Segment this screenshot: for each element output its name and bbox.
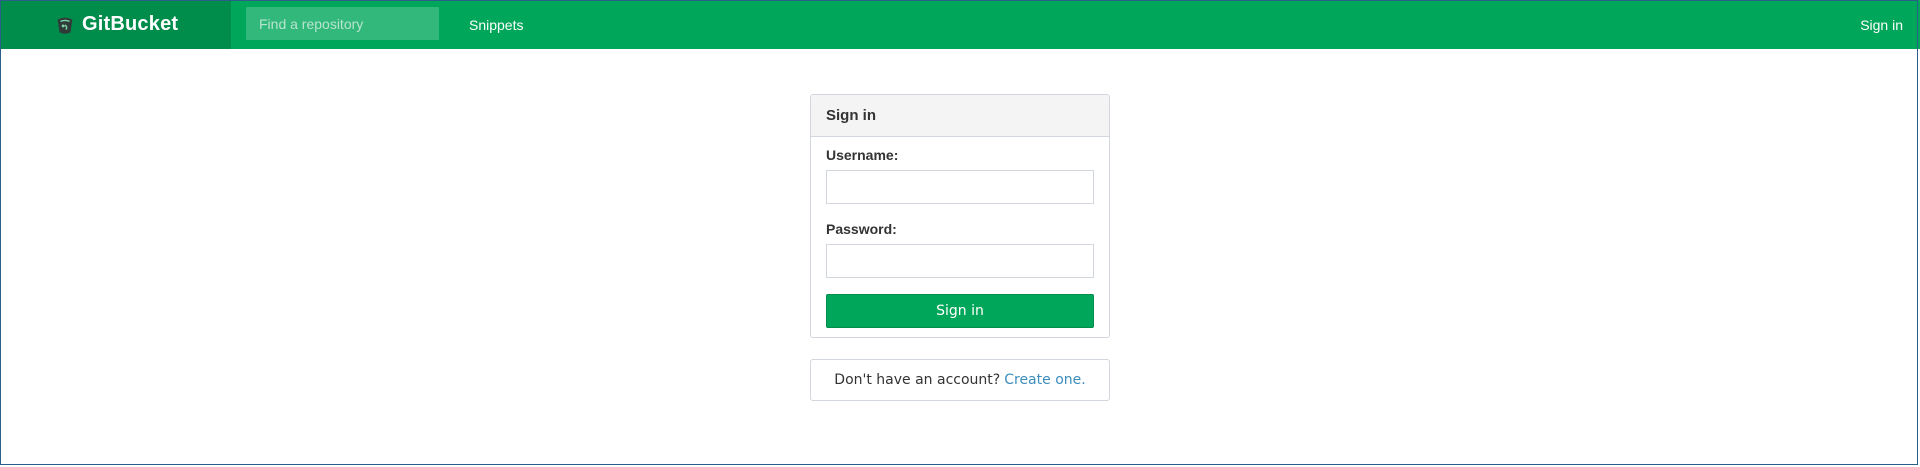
create-account-panel: Don't have an account? Create one. <box>810 359 1110 401</box>
brand-name: GitBucket <box>82 13 179 35</box>
gitbucket-logo-icon <box>57 17 73 34</box>
brand-link[interactable]: GitBucket <box>0 0 231 49</box>
signin-panel: Sign in Username: Password: Sign in <box>810 94 1110 338</box>
search-placeholder: Find a repository <box>259 15 364 32</box>
create-account-link[interactable]: Create one. <box>1004 372 1085 388</box>
create-account-prompt: Don't have an account? <box>834 372 1001 388</box>
username-field[interactable] <box>826 170 1094 204</box>
search-input[interactable]: Find a repository <box>246 7 439 40</box>
username-label: Username: <box>826 147 899 163</box>
password-label: Password: <box>826 221 897 237</box>
top-navbar: GitBucket Find a repository Snippets Sig… <box>0 0 1920 49</box>
nav-signin-link[interactable]: Sign in <box>1860 0 1903 49</box>
password-field[interactable] <box>826 244 1094 278</box>
nav-snippets-link[interactable]: Snippets <box>469 0 523 49</box>
signin-button[interactable]: Sign in <box>826 294 1094 328</box>
signin-panel-title: Sign in <box>811 95 1109 137</box>
